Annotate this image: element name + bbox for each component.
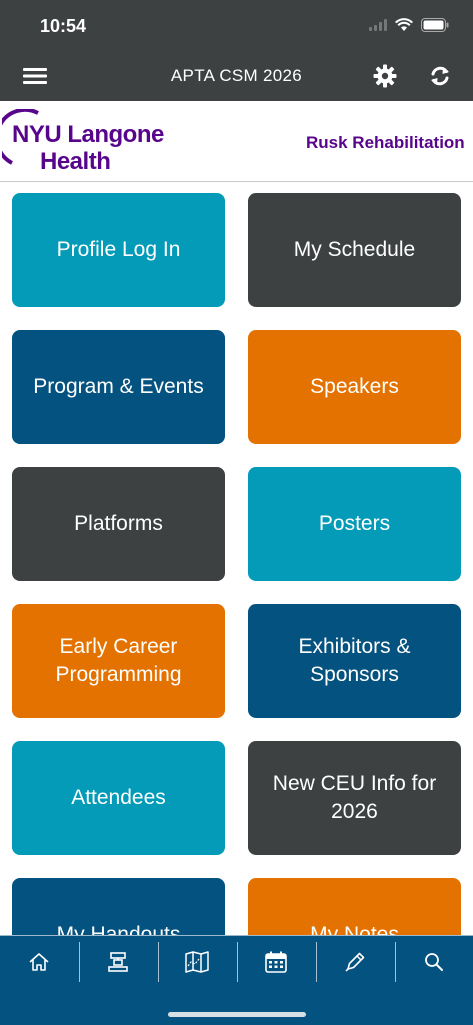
signal-icon (369, 19, 387, 31)
tab-calendar[interactable] (237, 936, 315, 988)
tab-search[interactable] (395, 936, 473, 988)
tile-posters[interactable]: Posters (248, 467, 461, 581)
tile-platforms[interactable]: Platforms (12, 467, 225, 581)
status-time: 10:54 (40, 16, 87, 36)
tile-my-notes[interactable]: My Notes (248, 878, 461, 935)
logo-line2: Health (40, 148, 111, 175)
tile-grid: Profile Log In My Schedule Program & Eve… (0, 181, 473, 935)
status-icons (369, 16, 449, 34)
booth-icon (108, 952, 128, 972)
status-bar: 10:54 (0, 0, 473, 50)
tile-my-schedule[interactable]: My Schedule (248, 193, 461, 307)
tile-profile-log-in[interactable]: Profile Log In (12, 193, 225, 307)
tile-early-career-programming[interactable]: Early Career Programming (12, 604, 225, 718)
tab-map[interactable] (158, 936, 236, 988)
tab-home[interactable] (0, 936, 78, 988)
tab-notes[interactable] (316, 936, 394, 988)
refresh-icon (431, 66, 449, 86)
settings-button[interactable] (371, 62, 399, 90)
home-indicator (168, 1012, 306, 1017)
tile-exhibitors-sponsors[interactable]: Exhibitors & Sponsors (248, 604, 461, 718)
calendar-icon (265, 951, 287, 973)
tile-attendees[interactable]: Attendees (12, 741, 225, 855)
battery-icon (421, 18, 449, 32)
wifi-icon (395, 18, 413, 31)
tab-exhibit-booth[interactable] (79, 936, 157, 988)
logo-line1: NYU Langone (12, 121, 164, 148)
tile-speakers[interactable]: Speakers (248, 330, 461, 444)
home-icon (29, 953, 49, 971)
nav-bar: APTA CSM 2026 (0, 50, 473, 101)
search-icon (425, 953, 443, 971)
map-icon (185, 951, 209, 973)
tile-program-events[interactable]: Program & Events (12, 330, 225, 444)
tile-new-ceu-info[interactable]: New CEU Info for 2026 (248, 741, 461, 855)
refresh-button[interactable] (426, 62, 454, 90)
rusk-rehabilitation-label: Rusk Rehabilitation (306, 133, 465, 152)
pen-icon (345, 952, 365, 972)
sponsor-banner: NYU Langone Health Rusk Rehabilitation (0, 101, 473, 182)
page-title: APTA CSM 2026 (170, 66, 303, 85)
tile-my-handouts[interactable]: My Handouts (12, 878, 225, 935)
gear-icon (373, 64, 397, 88)
